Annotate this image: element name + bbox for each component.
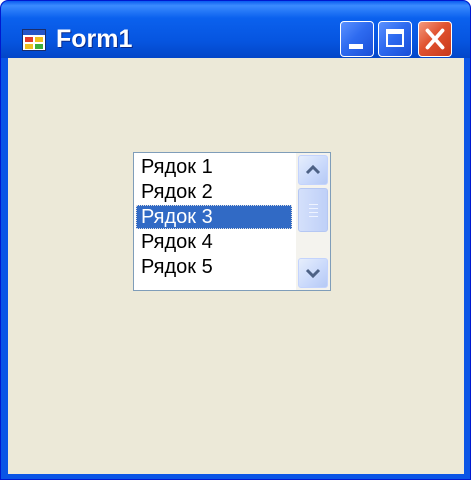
close-icon xyxy=(425,28,445,50)
chevron-up-icon xyxy=(305,164,321,175)
minimize-icon xyxy=(349,44,363,49)
close-button[interactable] xyxy=(418,21,452,57)
list-item[interactable]: Рядок 4 xyxy=(136,230,292,254)
form-app-icon[interactable] xyxy=(22,29,46,51)
list-item[interactable]: Рядок 1 xyxy=(136,155,292,179)
minimize-button[interactable] xyxy=(340,21,374,57)
window-title: Form1 xyxy=(56,25,133,53)
maximize-button[interactable] xyxy=(378,21,412,57)
list-box[interactable]: Рядок 1 Рядок 2 Рядок 3 Рядок 4 Рядок 5 xyxy=(133,152,331,291)
vertical-scrollbar[interactable] xyxy=(296,153,330,290)
form1-window: Form1 Рядок 1 Рядок 2 Рядок 3 Рядок 4 Ря… xyxy=(0,0,471,480)
maximize-icon xyxy=(386,29,404,47)
scroll-down-button[interactable] xyxy=(298,258,328,288)
title-bar[interactable]: Form1 xyxy=(1,1,470,58)
list-item[interactable]: Рядок 2 xyxy=(136,180,292,204)
list-item-selected[interactable]: Рядок 3 xyxy=(136,205,292,229)
form-client-area: Рядок 1 Рядок 2 Рядок 3 Рядок 4 Рядок 5 xyxy=(8,58,464,474)
scroll-thumb[interactable] xyxy=(298,188,328,232)
chevron-down-icon xyxy=(305,268,321,279)
scroll-thumb-grip-icon xyxy=(309,204,318,205)
list-item[interactable]: Рядок 5 xyxy=(136,255,292,279)
scroll-up-button[interactable] xyxy=(298,155,328,185)
